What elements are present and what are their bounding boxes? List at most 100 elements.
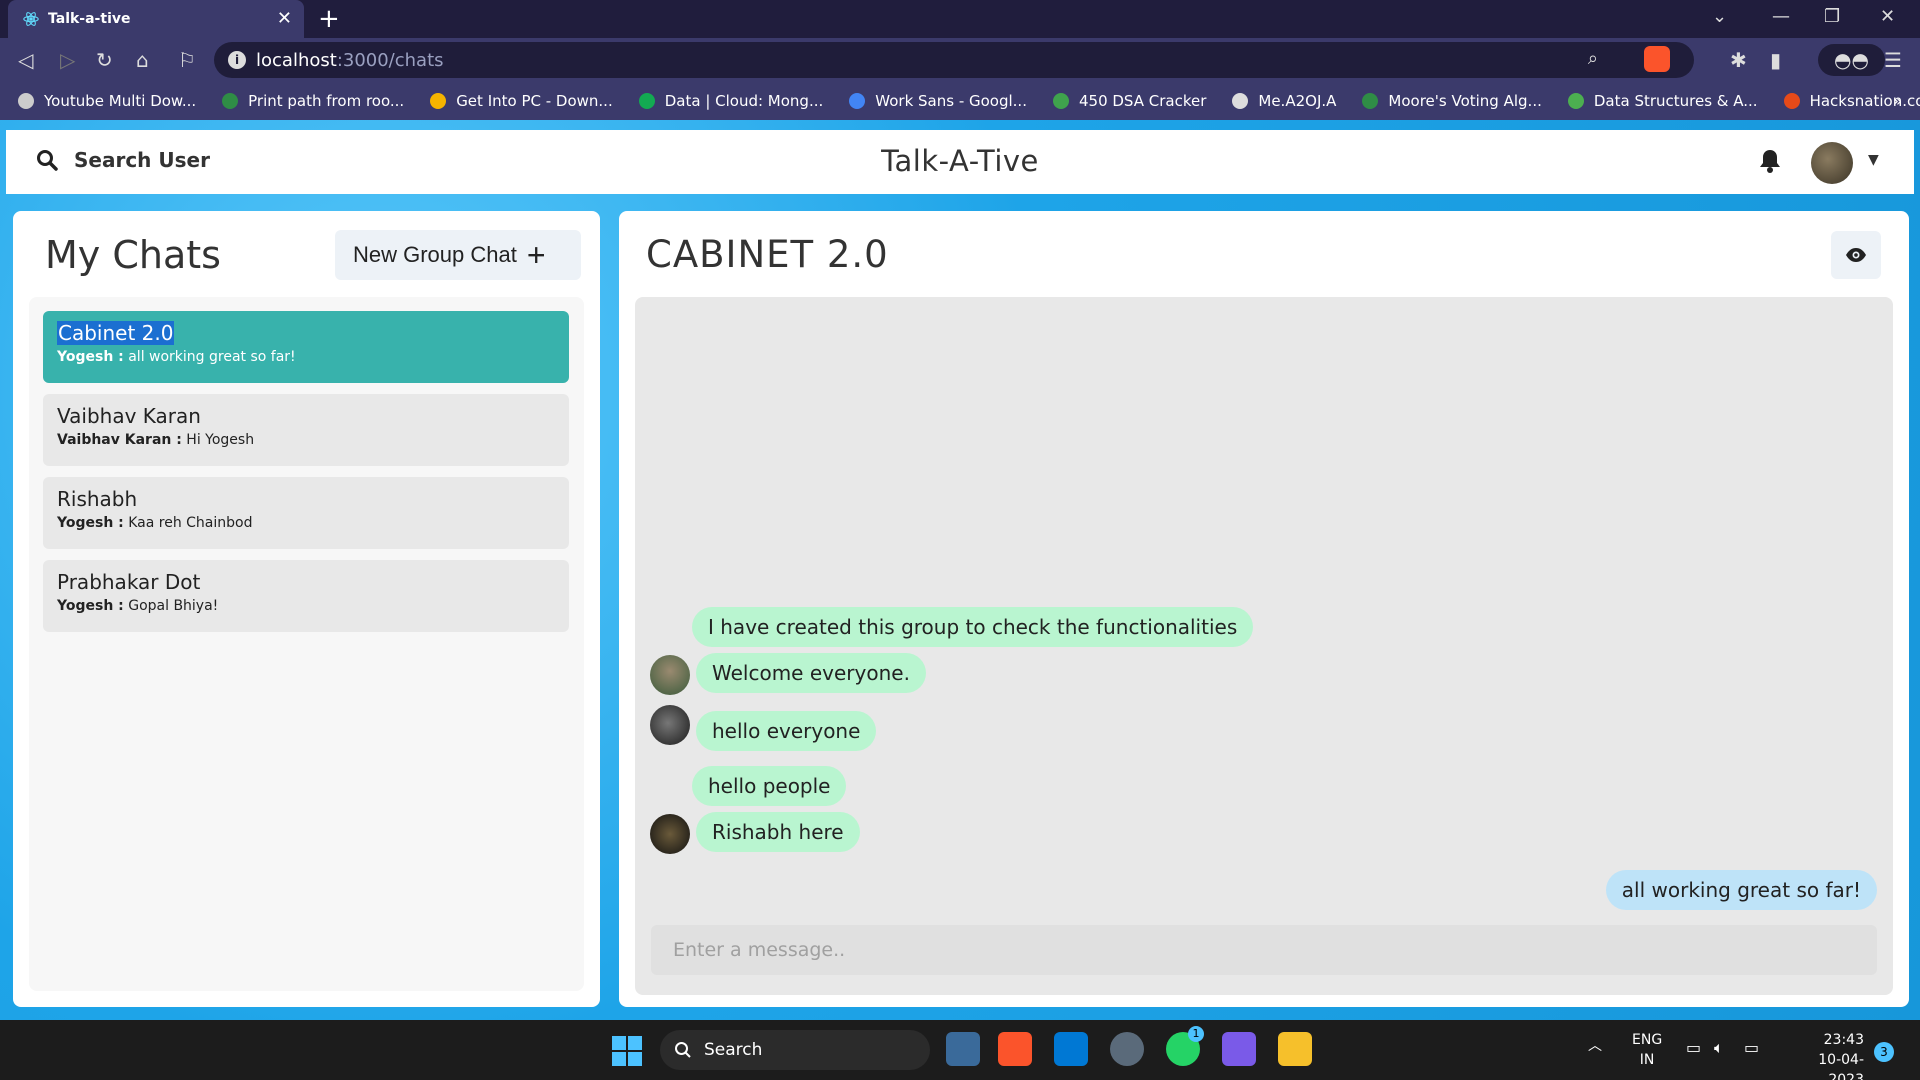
more-bookmarks-icon[interactable]: »: [1893, 92, 1902, 110]
brave-shields-icon[interactable]: [1644, 46, 1670, 72]
message-input[interactable]: [651, 925, 1877, 975]
file-explorer-icon[interactable]: [1278, 1032, 1312, 1066]
whatsapp-icon[interactable]: 1: [1166, 1026, 1204, 1066]
windows-start-icon[interactable]: [612, 1036, 642, 1066]
bookmark-item[interactable]: Print path from roo...: [222, 92, 404, 110]
sender-avatar[interactable]: [650, 814, 690, 854]
close-tab-icon[interactable]: ✕: [277, 8, 292, 29]
bookmark-item[interactable]: Me.A2OJ.A: [1232, 92, 1336, 110]
chevron-down-icon[interactable]: ▼: [1868, 152, 1879, 168]
network-icon[interactable]: ▭: [1686, 1038, 1701, 1058]
clock-time: 23:43: [1823, 1032, 1864, 1048]
bookmark-item[interactable]: Data Structures & A...: [1567, 92, 1758, 110]
new-group-chat-button[interactable]: New Group Chat +: [335, 230, 581, 280]
language-indicator[interactable]: ENG IN: [1632, 1030, 1662, 1070]
bookmark-favicon-icon: [1567, 93, 1584, 109]
taskbar-search-label: Search: [704, 1040, 763, 1060]
volume-icon[interactable]: 🔈︎: [1714, 1038, 1724, 1058]
bookmark-label: Data | Cloud: Mong...: [664, 92, 824, 110]
address-bar[interactable]: i localhost:3000/chats ⌕: [214, 42, 1694, 78]
bookmark-label: Work Sans - Googl...: [875, 92, 1027, 110]
bookmark-favicon-icon: [849, 93, 866, 109]
bookmark-item[interactable]: Get Into PC - Down...: [430, 92, 613, 110]
bookmark-item[interactable]: Data | Cloud: Mong...: [638, 92, 824, 110]
restore-icon[interactable]: ❐: [1824, 6, 1840, 27]
sender-avatar[interactable]: [650, 705, 690, 745]
app-title: Talk-A-Tive: [881, 144, 1039, 178]
chat-item-rishabh[interactable]: Rishabh Yogesh : Kaa reh Chainbod: [43, 477, 569, 549]
bookmark-label: Print path from roo...: [248, 92, 405, 110]
bookmark-item[interactable]: Youtube Multi Dow...: [18, 92, 196, 110]
chat-message: Hi Yogesh: [186, 432, 255, 448]
message-bubble: I have created this group to check the f…: [692, 607, 1254, 647]
chat-item-cabinet[interactable]: Cabinet 2.0 Yogesh : all working great s…: [43, 311, 569, 383]
bookmark-icon[interactable]: ⚐: [178, 48, 196, 72]
vscode-icon[interactable]: [1054, 1032, 1088, 1066]
bookmark-item[interactable]: 450 DSA Cracker: [1052, 92, 1207, 110]
language-label: ENG: [1632, 1032, 1663, 1048]
minimize-icon[interactable]: —: [1772, 6, 1790, 27]
stocks-widget-icon[interactable]: [946, 1032, 980, 1066]
message-bubble: hello people: [692, 766, 847, 806]
bookmark-favicon-icon: [638, 93, 655, 109]
bookmark-favicon-icon: [1232, 93, 1249, 109]
forward-icon[interactable]: ▷: [60, 48, 75, 72]
proton-vpn-icon[interactable]: [1222, 1032, 1256, 1066]
brave-browser-icon[interactable]: [998, 1032, 1032, 1066]
bookmark-favicon-icon: [1052, 93, 1069, 109]
bookmark-label: 450 DSA Cracker: [1078, 92, 1207, 110]
app-header: Search User Talk-A-Tive ▼: [6, 130, 1914, 194]
bookmark-label: Hacksnation.com: [1809, 92, 1920, 110]
reload-icon[interactable]: ↻: [96, 48, 113, 72]
my-chats-panel: My Chats New Group Chat + Cabinet 2.0 Yo…: [13, 211, 600, 1007]
home-icon[interactable]: ⌂: [136, 48, 149, 72]
eye-icon: [1846, 248, 1866, 262]
menu-icon[interactable]: ☰: [1884, 48, 1902, 72]
close-window-icon[interactable]: ✕: [1880, 6, 1895, 27]
chat-sender: Vaibhav Karan :: [57, 432, 182, 448]
sender-avatar[interactable]: [650, 655, 690, 695]
chat-item-vaibhav[interactable]: Vaibhav Karan Vaibhav Karan : Hi Yogesh: [43, 394, 569, 466]
chat-sender: Yogesh :: [57, 515, 124, 531]
chat-sender: Yogesh :: [57, 349, 124, 365]
message-bubble: Rishabh here: [696, 812, 860, 852]
chat-last-message: Yogesh : Gopal Bhiya!: [57, 598, 555, 614]
browser-tabstrip: Talk-a-tive ✕ + ⌄ — ❐ ✕: [0, 0, 1920, 38]
notification-badge[interactable]: 3: [1874, 1042, 1894, 1062]
tab-title: Talk-a-tive: [48, 11, 131, 27]
app-page: Search User Talk-A-Tive ▼ My Chats New G…: [0, 120, 1920, 1020]
clock[interactable]: 23:43 10-04-2023: [1784, 1030, 1864, 1080]
chat-last-message: Yogesh : all working great so far!: [57, 349, 555, 365]
bookmark-favicon-icon: [1362, 93, 1379, 109]
chat-item-prabhakar[interactable]: Prabhakar Dot Yogesh : Gopal Bhiya!: [43, 560, 569, 632]
extensions-icon[interactable]: ✱: [1730, 48, 1747, 72]
bookmark-label: Me.A2OJ.A: [1258, 92, 1337, 110]
avatar[interactable]: [1811, 142, 1853, 184]
tab-search-chevron-icon[interactable]: ⌄: [1712, 6, 1727, 27]
browser-tab[interactable]: Talk-a-tive ✕: [8, 0, 304, 38]
sidebar-toggle-icon[interactable]: ▮: [1770, 48, 1781, 72]
settings-icon[interactable]: [1110, 1032, 1144, 1066]
chevron-up-icon[interactable]: ︿: [1588, 1036, 1602, 1056]
site-info-icon[interactable]: i: [228, 51, 246, 69]
taskbar: Search 1 ︿ ENG IN ▭ 🔈︎ ▭ 23:43 10-04-202…: [0, 1020, 1920, 1080]
new-tab-icon[interactable]: +: [318, 4, 340, 34]
taskbar-search[interactable]: Search: [660, 1030, 930, 1070]
bookmark-label: Get Into PC - Down...: [456, 92, 613, 110]
chat-last-message: Yogesh : Kaa reh Chainbod: [57, 515, 555, 531]
back-icon[interactable]: ◁: [18, 48, 33, 72]
plus-icon: +: [526, 236, 546, 273]
zoom-icon[interactable]: ⌕: [1588, 48, 1598, 69]
private-window-icon[interactable]: ◓◓: [1818, 44, 1885, 76]
bookmark-favicon-icon: [18, 93, 34, 109]
bell-icon[interactable]: [1758, 148, 1782, 174]
new-group-chat-label: New Group Chat: [353, 242, 517, 267]
battery-icon[interactable]: ▭: [1744, 1038, 1759, 1058]
chat-name: Rishabh: [57, 487, 138, 511]
chat-title: CABINET 2.0: [646, 233, 889, 276]
bookmark-item[interactable]: Moore's Voting Alg...: [1362, 92, 1542, 110]
chat-name-text: Cabinet 2.0: [57, 321, 175, 345]
view-profile-button[interactable]: [1831, 231, 1881, 279]
bookmark-favicon-icon: [430, 93, 447, 109]
bookmark-item[interactable]: Work Sans - Googl...: [849, 92, 1027, 110]
